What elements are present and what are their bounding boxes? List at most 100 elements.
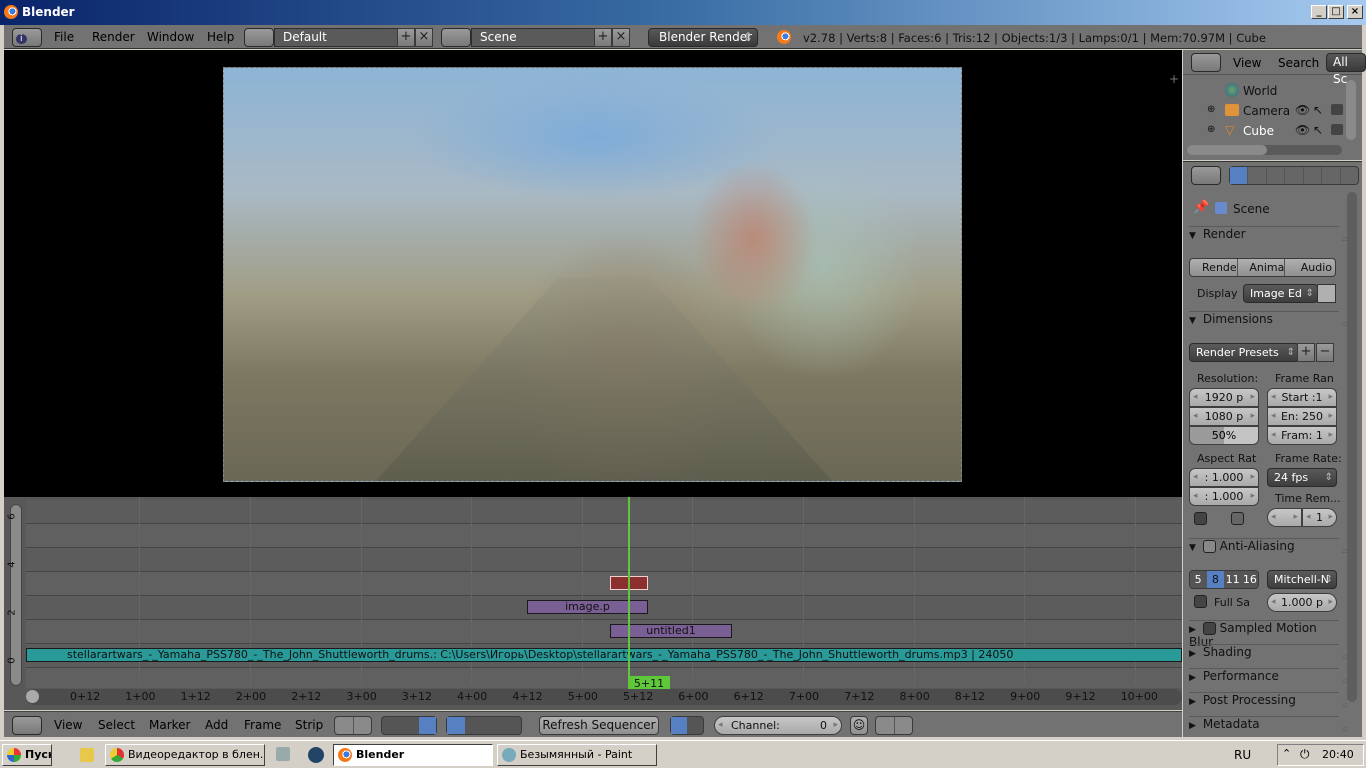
- scene-field[interactable]: Scene: [471, 28, 595, 47]
- menu-view[interactable]: View: [54, 718, 82, 732]
- outliner-item-cube[interactable]: ⊕ ▽ Cube 👁 ↖: [1183, 121, 1348, 141]
- aa-samples-5[interactable]: 5: [1190, 571, 1208, 588]
- view-sequencer-icon[interactable]: [382, 717, 401, 734]
- checker-icon[interactable]: [688, 717, 704, 734]
- render-audio-button[interactable]: Audio: [1285, 259, 1335, 276]
- vectorscope-icon[interactable]: [485, 717, 504, 734]
- editor-type-info-icon[interactable]: i: [12, 28, 42, 47]
- sequencer-timeline[interactable]: 6 4 2 0 image.p untitled1 stellarartwars…: [4, 497, 1182, 710]
- frame-end-field[interactable]: En: 250: [1267, 407, 1337, 426]
- selectable-cursor-icon[interactable]: ↖: [1313, 103, 1323, 117]
- playhead[interactable]: [628, 497, 630, 689]
- frame-start-field[interactable]: Start :1: [1267, 388, 1337, 407]
- lock-icon[interactable]: [354, 717, 372, 734]
- add-preset-button[interactable]: +: [1297, 343, 1315, 362]
- show-hidden-icons[interactable]: ⌃: [1282, 747, 1291, 760]
- outliner-menu-view[interactable]: View: [1233, 56, 1261, 70]
- ghost-icon[interactable]: ☺: [850, 716, 868, 735]
- area-split-plus-icon[interactable]: +: [1169, 72, 1179, 86]
- scene-icon[interactable]: [441, 28, 471, 47]
- channel-field[interactable]: Channel: 0: [714, 716, 842, 735]
- steam-icon[interactable]: [308, 747, 324, 763]
- minimize-button[interactable]: _: [1311, 5, 1327, 19]
- menu-strip[interactable]: Strip: [295, 718, 323, 732]
- render-animation-icon[interactable]: [895, 717, 913, 734]
- panel-metadata-header[interactable]: ▶ Metadata::::: [1189, 716, 1348, 738]
- aa-samples-11[interactable]: 11: [1225, 571, 1242, 588]
- taskbar-item-blender[interactable]: Blender: [333, 744, 493, 766]
- tab-constraints-icon[interactable]: [1322, 167, 1341, 184]
- taskbar-item-chrome[interactable]: Видеоредактор в блен...: [105, 744, 265, 766]
- close-button[interactable]: ×: [1347, 5, 1363, 19]
- menu-render[interactable]: Render: [92, 30, 135, 44]
- maximize-button[interactable]: □: [1328, 5, 1344, 19]
- remove-preset-button[interactable]: −: [1316, 343, 1334, 362]
- render-still-button[interactable]: Rende: [1190, 259, 1238, 276]
- expand-icon[interactable]: ⊕: [1207, 104, 1215, 115]
- editor-type-outliner-icon[interactable]: [1191, 53, 1221, 72]
- display-dropdown[interactable]: Image Ed: [1243, 284, 1318, 303]
- network-app-icon[interactable]: [276, 747, 290, 761]
- outliner-hscrollbar[interactable]: [1187, 145, 1342, 155]
- render-animation-button[interactable]: Anima: [1238, 259, 1286, 276]
- sound-strip[interactable]: stellarartwars_-_Yamaha_PSS780_-_The_Joh…: [26, 648, 1182, 662]
- add-screen-button[interactable]: +: [397, 28, 415, 47]
- anti-aliasing-checkbox[interactable]: [1202, 540, 1216, 553]
- resolution-percentage-slider[interactable]: 50%: [1189, 426, 1259, 445]
- pin-icon[interactable]: 📌: [1193, 200, 1209, 215]
- tab-render-icon[interactable]: [1230, 167, 1249, 184]
- view-both-icon[interactable]: [418, 717, 436, 734]
- menu-frame[interactable]: Frame: [244, 718, 281, 732]
- full-sample-checkbox[interactable]: [1194, 595, 1207, 608]
- panel-dimensions-header[interactable]: ▼ Dimensions::::: [1189, 311, 1348, 333]
- tab-render-layers-icon[interactable]: [1248, 167, 1267, 184]
- menu-window[interactable]: Window: [147, 30, 194, 44]
- editor-type-sequencer-icon[interactable]: [12, 716, 42, 735]
- waveform-icon[interactable]: [466, 717, 485, 734]
- time-ruler[interactable]: 0+12 1+00 1+12 2+00 2+12 3+00 3+12 4+00 4+12 5+00…: [26, 689, 1182, 705]
- border-checkbox[interactable]: [1194, 512, 1207, 525]
- display-image-icon[interactable]: [447, 717, 466, 734]
- editor-type-properties-icon[interactable]: [1191, 166, 1221, 185]
- visibility-eye-icon[interactable]: 👁: [1295, 123, 1310, 137]
- aa-samples-8[interactable]: 8: [1207, 571, 1225, 588]
- file-explorer-icon[interactable]: [80, 748, 94, 762]
- outliner-vscrollbar[interactable]: [1346, 80, 1356, 140]
- aa-samples-16[interactable]: 16: [1242, 571, 1258, 588]
- time-remap-new-field[interactable]: 1: [1302, 508, 1337, 527]
- language-indicator[interactable]: RU: [1234, 748, 1251, 762]
- panel-post-processing-header[interactable]: ▶ Post Processing::::: [1189, 692, 1348, 714]
- menu-marker[interactable]: Marker: [149, 718, 190, 732]
- panel-sampled-motion-blur-header[interactable]: ▶ Sampled Motion Blur: [1189, 620, 1339, 649]
- resolution-x-field[interactable]: 1920 p: [1189, 388, 1259, 407]
- lock-interface-icon[interactable]: [1317, 284, 1336, 303]
- motion-blur-checkbox[interactable]: [1202, 622, 1216, 635]
- selectable-cursor-icon[interactable]: ↖: [1313, 123, 1323, 137]
- time-remap-old-field[interactable]: [1267, 508, 1302, 527]
- remove-screen-button[interactable]: ×: [415, 28, 433, 47]
- properties-scrollbar[interactable]: [1347, 192, 1357, 702]
- outliner-item-world[interactable]: World: [1183, 81, 1348, 101]
- power-icon[interactable]: ⏻: [1300, 747, 1310, 762]
- clock[interactable]: 20:40: [1322, 748, 1354, 761]
- panel-render-header[interactable]: ▼ Render::::: [1189, 226, 1348, 248]
- render-engine-dropdown[interactable]: Blender Render ⇕: [648, 28, 758, 47]
- panel-shading-header[interactable]: ▶ Shading::::: [1189, 644, 1348, 666]
- alpha-display-icon[interactable]: [671, 717, 688, 734]
- tab-world-icon[interactable]: [1285, 167, 1304, 184]
- overlay-icon[interactable]: [335, 717, 354, 734]
- expand-icon[interactable]: ⊕: [1207, 124, 1215, 135]
- menu-add[interactable]: Add: [205, 718, 228, 732]
- ruler-scroll-handle[interactable]: [26, 690, 39, 703]
- tab-modifiers-icon[interactable]: [1341, 167, 1358, 184]
- aa-filter-dropdown[interactable]: Mitchell-N: [1267, 570, 1337, 589]
- start-button[interactable]: Пуск: [2, 744, 52, 766]
- frame-step-field[interactable]: Fram: 1: [1267, 426, 1337, 445]
- panel-anti-aliasing-header[interactable]: ▼ Anti-Aliasing::::: [1189, 538, 1348, 560]
- render-presets-dropdown[interactable]: Render Presets: [1189, 343, 1299, 362]
- aspect-x-field[interactable]: : 1.000: [1189, 468, 1259, 487]
- tab-object-icon[interactable]: [1304, 167, 1323, 184]
- screen-layout-icon[interactable]: [244, 28, 274, 47]
- crop-checkbox[interactable]: [1231, 512, 1244, 525]
- tab-scene-icon[interactable]: [1267, 167, 1286, 184]
